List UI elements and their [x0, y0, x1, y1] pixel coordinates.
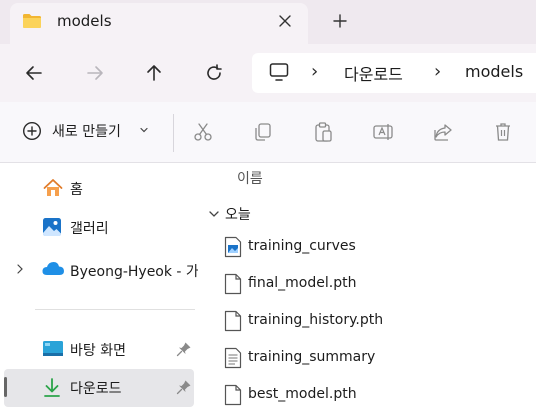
download-icon — [44, 378, 60, 397]
sidebar-item-label: 다운로드 — [70, 381, 122, 397]
new-button[interactable]: 새로 만들기 — [52, 121, 121, 141]
sidebar-item-home[interactable] — [4, 171, 194, 207]
sidebar-item-label: 홈 — [70, 182, 83, 198]
computer-icon[interactable] — [268, 61, 290, 83]
refresh-icon[interactable] — [202, 61, 226, 85]
file-name-final-model[interactable]: final_model.pth — [248, 275, 356, 291]
forward-arrow-icon[interactable] — [83, 61, 107, 85]
onedrive-icon — [42, 262, 64, 275]
file-name-training-summary[interactable]: training_summary — [248, 349, 375, 365]
folder-icon — [23, 14, 41, 28]
delete-icon[interactable] — [492, 121, 514, 143]
desktop-icon — [43, 341, 63, 356]
command-divider — [173, 114, 174, 152]
rename-icon[interactable] — [372, 121, 394, 143]
home-icon — [43, 179, 63, 196]
share-icon[interactable] — [432, 121, 454, 143]
close-icon[interactable] — [276, 12, 294, 30]
file-icon — [224, 310, 242, 332]
group-header-today[interactable]: 오늘 — [225, 204, 251, 224]
column-header-name[interactable]: 이름 — [237, 168, 263, 188]
selection-indicator — [4, 377, 7, 397]
sidebar-item-label: Byeong-Hyeok - 가 — [70, 264, 198, 280]
breadcrumb-downloads[interactable]: 다운로드 — [344, 61, 403, 85]
text-file-icon — [224, 347, 242, 369]
back-arrow-icon[interactable] — [22, 61, 46, 85]
chevron-down-icon[interactable] — [208, 208, 220, 220]
chevron-down-icon[interactable] — [139, 125, 149, 135]
new-tab-plus-icon[interactable] — [331, 12, 349, 30]
file-name-training-curves[interactable]: training_curves — [248, 238, 356, 254]
file-icon — [224, 384, 242, 406]
sidebar-item-label: 갤러리 — [70, 221, 109, 237]
new-plus-icon[interactable] — [22, 121, 42, 141]
paste-icon[interactable] — [312, 121, 334, 143]
sidebar-divider — [35, 309, 195, 310]
up-arrow-icon[interactable] — [142, 61, 166, 85]
breadcrumb-chevron-icon[interactable]: › — [434, 61, 441, 82]
tab-models[interactable] — [10, 3, 308, 44]
file-name-best-model[interactable]: best_model.pth — [248, 386, 357, 402]
file-icon — [224, 273, 242, 295]
cut-icon[interactable] — [192, 121, 214, 143]
breadcrumb-chevron-icon[interactable]: › — [311, 61, 318, 82]
breadcrumb-models[interactable]: models — [465, 62, 523, 81]
image-file-icon — [224, 236, 242, 258]
chevron-right-icon[interactable] — [15, 263, 25, 275]
file-name-training-history[interactable]: training_history.pth — [248, 312, 383, 328]
copy-icon[interactable] — [252, 121, 274, 143]
gallery-icon — [43, 218, 61, 236]
tab-title: models — [57, 12, 112, 30]
pin-icon[interactable] — [176, 341, 192, 357]
pin-icon[interactable] — [176, 379, 192, 395]
sidebar-item-label: 바탕 화면 — [70, 343, 126, 359]
